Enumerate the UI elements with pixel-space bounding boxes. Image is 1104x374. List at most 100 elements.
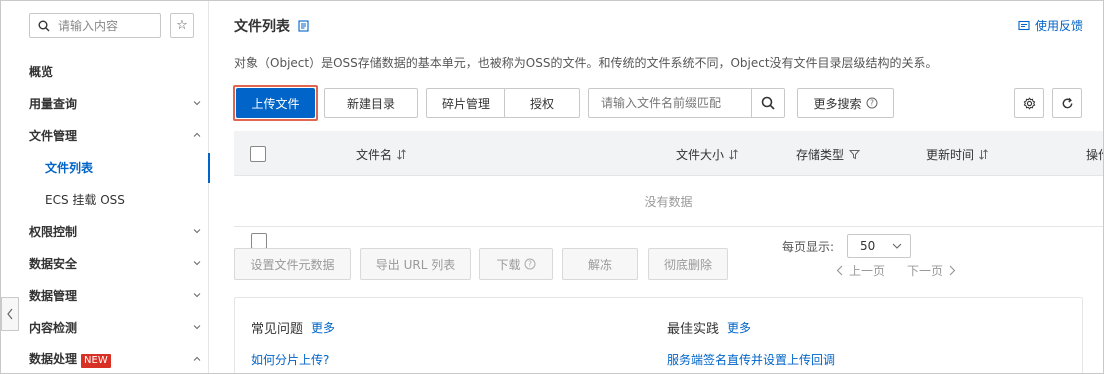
filter-icon <box>849 150 861 160</box>
export-url-button[interactable]: 导出 URL 列表 <box>360 248 471 280</box>
column-file-size[interactable]: 文件大小 <box>676 146 738 163</box>
sidebar-item-label: 概览 <box>29 64 54 79</box>
chevron-up-icon <box>193 356 201 361</box>
sidebar-item-label: 用量查询 <box>29 96 78 111</box>
sidebar-search-input[interactable] <box>58 18 156 33</box>
sidebar-item-label: 内容检测 <box>29 320 78 335</box>
column-storage-class[interactable]: 存储类型 <box>796 146 861 163</box>
help-circle-icon: ? <box>524 258 535 270</box>
sidebar-item-overview[interactable]: 概览 <box>29 59 201 83</box>
chevron-left-icon <box>7 308 13 320</box>
prev-page-button[interactable]: 上一页 <box>830 262 885 279</box>
file-search-input[interactable] <box>589 96 751 110</box>
column-label: 文件名 <box>356 148 393 162</box>
fragment-management-button[interactable]: 碎片管理 <box>426 88 506 118</box>
page-size-value: 50 <box>860 239 876 253</box>
sidebar-item-label-group: 数据处理 NEW <box>29 350 111 368</box>
chevron-down-icon <box>193 101 201 106</box>
sidebar-item-data-security[interactable]: 数据安全 <box>29 251 201 275</box>
download-label: 下载 <box>496 257 521 272</box>
prev-page-label: 上一页 <box>849 264 886 278</box>
sidebar-item-usage[interactable]: 用量查询 <box>29 91 201 115</box>
faq-more-link[interactable]: 更多 <box>311 319 335 336</box>
sort-icon <box>397 149 406 160</box>
page-size-select[interactable]: 50 <box>847 234 911 258</box>
sidebar-item-file-management[interactable]: 文件管理 <box>29 123 201 147</box>
feedback-link[interactable]: 使用反馈 <box>1018 17 1083 34</box>
sidebar-item-label: ECS 挂载 OSS <box>45 192 125 207</box>
refresh-button[interactable] <box>1052 88 1082 118</box>
select-all-checkbox[interactable] <box>250 146 266 162</box>
download-button[interactable]: 下载 ? <box>479 248 553 280</box>
set-metadata-button[interactable]: 设置文件元数据 <box>234 248 351 280</box>
sidebar-item-ecs-mount[interactable]: ECS 挂载 OSS <box>45 187 201 211</box>
file-search[interactable] <box>588 88 785 118</box>
chevron-right-icon <box>949 265 956 276</box>
faq-title: 常见问题 <box>251 322 304 337</box>
best-practice-more-link[interactable]: 更多 <box>727 319 751 336</box>
sidebar-search[interactable] <box>29 13 161 38</box>
next-page-label: 下一页 <box>907 264 944 278</box>
sidebar: ☆ 概览 用量查询 文件管理 文件列表 ECS 挂载 OSS 权限控制 数据安全… <box>1 1 210 373</box>
new-badge: NEW <box>81 354 111 368</box>
best-practice-title: 最佳实践 <box>667 322 720 337</box>
sidebar-item-content-detection[interactable]: 内容检测 <box>29 315 201 339</box>
permanent-delete-button[interactable]: 彻底删除 <box>648 248 728 280</box>
authorize-button[interactable]: 授权 <box>504 88 580 118</box>
help-circle-icon: ? <box>866 97 877 109</box>
page-title: 文件列表 <box>234 19 290 35</box>
column-label: 更新时间 <box>926 148 975 162</box>
column-label: 操作 <box>1086 148 1103 162</box>
sidebar-item-data-management[interactable]: 数据管理 <box>29 283 201 307</box>
gear-icon <box>1023 96 1035 110</box>
faq-header: 常见问题 更多 <box>251 318 335 337</box>
chevron-left-icon <box>836 265 843 276</box>
highlight-box <box>233 85 318 121</box>
best-practice-link[interactable]: 服务端签名直传并设置上传回调 <box>667 351 835 368</box>
main-content: 文件列表 使用反馈 对象（Object）是OSS存储数据的基本单元，也被称为OS… <box>210 1 1103 373</box>
search-icon <box>761 96 775 110</box>
chevron-down-icon <box>193 293 201 298</box>
best-practice-header: 最佳实践 更多 <box>667 318 751 337</box>
more-search-button[interactable]: 更多搜索 ? <box>797 88 894 118</box>
feedback-icon <box>1018 20 1030 30</box>
column-update-time[interactable]: 更新时间 <box>926 146 988 163</box>
svg-text:?: ? <box>528 260 532 269</box>
empty-state: 没有数据 <box>234 177 1103 227</box>
sidebar-item-label: 数据处理 <box>29 352 78 366</box>
document-icon[interactable] <box>298 20 309 32</box>
more-search-label: 更多搜索 <box>813 96 862 111</box>
settings-button[interactable] <box>1014 88 1044 118</box>
bulk-select-checkbox[interactable] <box>251 233 267 249</box>
chevron-down-icon <box>193 261 201 266</box>
faq-link[interactable]: 如何分片上传? <box>251 351 329 368</box>
column-file-name[interactable]: 文件名 <box>356 146 406 163</box>
star-button[interactable]: ☆ <box>170 13 194 38</box>
next-page-button[interactable]: 下一页 <box>907 262 962 279</box>
search-icon <box>30 20 58 32</box>
sidebar-item-file-list[interactable]: 文件列表 <box>45 155 201 179</box>
sort-icon <box>729 149 738 160</box>
chevron-down-icon <box>892 243 902 249</box>
new-directory-button[interactable]: 新建目录 <box>324 88 418 118</box>
help-panel: 常见问题 更多 如何分片上传? 最佳实践 更多 服务端签名直传并设置上传回调 <box>234 297 1083 373</box>
chevron-down-icon <box>193 325 201 330</box>
sidebar-item-label: 文件管理 <box>29 128 78 143</box>
star-icon: ☆ <box>176 18 188 33</box>
column-actions: 操作 <box>1086 146 1103 163</box>
column-label: 文件大小 <box>676 148 725 162</box>
feedback-label: 使用反馈 <box>1034 19 1083 33</box>
refresh-icon <box>1062 97 1072 108</box>
sidebar-item-access-control[interactable]: 权限控制 <box>29 219 201 243</box>
table-header: 文件名 文件大小 存储类型 更新时间 操作 <box>234 131 1103 176</box>
unfreeze-button[interactable]: 解冻 <box>562 248 638 280</box>
sidebar-item-label: 数据管理 <box>29 288 78 303</box>
sidebar-item-data-processing[interactable]: 数据处理 NEW <box>29 347 201 371</box>
search-button[interactable] <box>751 89 784 117</box>
page-description: 对象（Object）是OSS存储数据的基本单元，也被称为OSS的文件。和传统的文… <box>234 56 938 70</box>
chevron-down-icon <box>193 229 201 234</box>
sidebar-collapse-button[interactable] <box>1 297 19 331</box>
sidebar-item-label: 数据安全 <box>29 256 78 271</box>
column-label: 存储类型 <box>796 148 845 162</box>
sidebar-item-label: 文件列表 <box>45 160 94 175</box>
